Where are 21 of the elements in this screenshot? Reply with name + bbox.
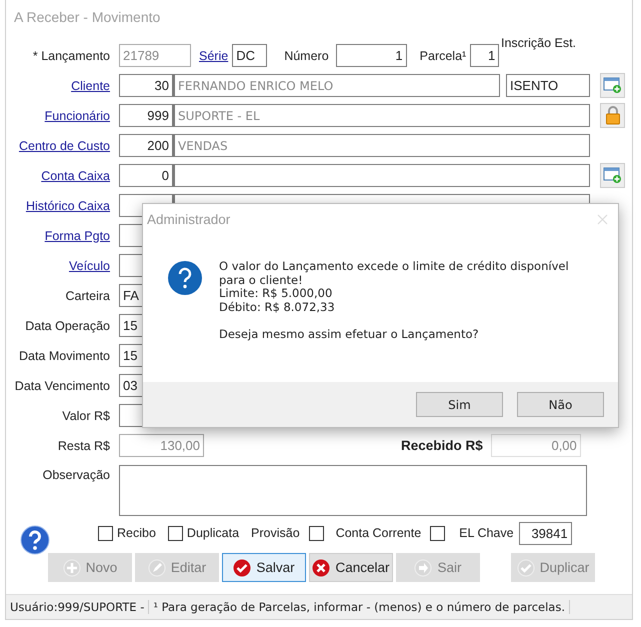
field-label: Observação (42, 468, 110, 482)
field-label: EL Chave (459, 526, 514, 540)
field-label: Inscrição Est. (501, 36, 576, 50)
dialog-title: Administrador (147, 212, 230, 226)
field-label: Recebido R$ (401, 438, 483, 453)
field-label: Data Movimento (18, 348, 110, 362)
dialog-message: Deseja mesmo assim efetuar o Lançamento? (219, 328, 480, 341)
dialog-message: O valor do Lançamento excede o limite de crédito disponível para o cliente! (219, 260, 570, 287)
field-label: Data Operação (24, 318, 110, 332)
field-label: Resta R$ (56, 438, 110, 452)
dialog-message: Débito: R$ 8.072,33 (219, 300, 336, 314)
field-label: Parcela¹ (420, 48, 466, 62)
field-label: Carteira (64, 288, 110, 302)
field-label: Valor R$ (61, 408, 110, 422)
field-label: Data Vencimento (14, 378, 110, 392)
dialog-message: Limite: R$ 5.000,00 (219, 287, 334, 300)
field-label: Número (284, 48, 329, 62)
status-text: Usuário:999/SUPORTE - (6, 600, 150, 614)
window-title: A Receber - Movimento (13, 8, 162, 27)
status-text: ¹ Para geração de Parcelas, informar - (menos) e o número de parcelas. (149, 600, 570, 614)
field-label: * Lançamento (32, 48, 110, 62)
